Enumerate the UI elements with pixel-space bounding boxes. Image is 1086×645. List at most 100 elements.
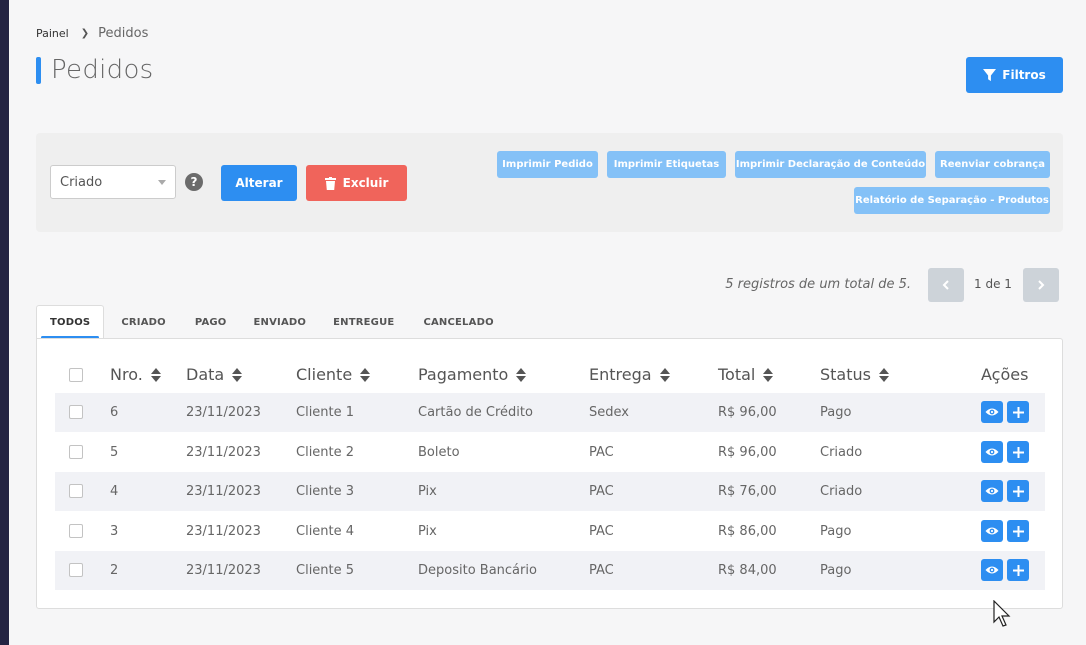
cell-total: R$ 96,00 (718, 445, 777, 460)
table-row: 6 23/11/2023 Cliente 1 Cartão de Crédito Sed… (55, 393, 1045, 432)
header-status[interactable]: Status (820, 365, 889, 384)
cell-cliente: Cliente 4 (296, 524, 355, 539)
plus-icon (1012, 485, 1024, 497)
print-content-declaration-button[interactable]: Imprimir Declaração de Conteúdo (735, 151, 926, 178)
cell-entrega: PAC (589, 484, 614, 499)
row-checkbox[interactable] (69, 484, 83, 498)
add-button[interactable] (1007, 520, 1029, 542)
sort-icon (360, 367, 371, 383)
cell-entrega: PAC (589, 524, 614, 539)
sort-icon (516, 367, 527, 383)
tab-criado[interactable]: CRIADO (104, 305, 179, 339)
status-select-value: Criado (60, 174, 103, 190)
filters-button-label: Filtros (1002, 68, 1046, 82)
separation-report-button[interactable]: Relatório de Separação - Produtos (854, 187, 1050, 214)
sidebar-edge (0, 0, 9, 645)
cell-cliente: Cliente 5 (296, 563, 355, 578)
eye-icon (985, 408, 999, 416)
row-checkbox[interactable] (69, 524, 83, 538)
header-entrega[interactable]: Entrega (589, 365, 670, 384)
cell-data: 23/11/2023 (186, 445, 261, 460)
cell-pagamento: Cartão de Crédito (418, 405, 533, 420)
chevron-right-icon (1038, 280, 1045, 290)
header-nro[interactable]: Nro. (110, 365, 161, 384)
resend-charge-button[interactable]: Reenviar cobrança (935, 151, 1050, 178)
cell-status: Criado (820, 445, 863, 460)
view-order-button[interactable] (981, 559, 1003, 581)
view-order-button[interactable] (981, 480, 1003, 502)
excluir-button[interactable]: Excluir (306, 165, 407, 201)
cell-total: R$ 96,00 (718, 405, 777, 420)
breadcrumb-home-link[interactable]: Painel (36, 27, 69, 40)
trash-icon (324, 176, 336, 190)
select-all-checkbox[interactable] (69, 368, 83, 382)
tab-cancelado[interactable]: CANCELADO (407, 305, 506, 339)
tab-entregue[interactable]: ENTREGUE (319, 305, 407, 339)
row-checkbox[interactable] (69, 445, 83, 459)
eye-icon (985, 527, 999, 535)
cell-status: Pago (820, 524, 852, 539)
header-total[interactable]: Total (718, 365, 774, 384)
page-title-text: Pedidos (51, 55, 154, 85)
add-button[interactable] (1007, 441, 1029, 463)
view-order-button[interactable] (981, 401, 1003, 423)
header-pagamento[interactable]: Pagamento (418, 365, 527, 384)
help-icon[interactable]: ? (185, 173, 203, 191)
cell-status: Criado (820, 484, 863, 499)
cell-status: Pago (820, 563, 852, 578)
next-page-button[interactable] (1023, 268, 1059, 302)
cell-data: 23/11/2023 (186, 563, 261, 578)
status-select[interactable]: Criado (50, 165, 176, 199)
row-checkbox[interactable] (69, 405, 83, 419)
row-checkbox[interactable] (69, 563, 83, 577)
title-accent-bar (36, 56, 41, 84)
cell-nro: 6 (110, 405, 119, 420)
plus-icon (1012, 525, 1024, 537)
sort-icon (232, 367, 243, 383)
cell-total: R$ 76,00 (718, 484, 777, 499)
filter-icon (983, 68, 997, 81)
add-button[interactable] (1007, 559, 1029, 581)
excluir-button-label: Excluir (342, 176, 389, 190)
cell-cliente: Cliente 2 (296, 445, 355, 460)
print-order-button[interactable]: Imprimir Pedido (497, 151, 598, 178)
view-order-button[interactable] (981, 441, 1003, 463)
table-row: 5 23/11/2023 Cliente 2 Boleto PAC R$ 96,00 Cri… (55, 433, 1045, 472)
print-labels-button[interactable]: Imprimir Etiquetas (607, 151, 726, 178)
chevron-right-icon: ❯ (80, 28, 90, 39)
view-order-button[interactable] (981, 520, 1003, 542)
eye-icon (985, 566, 999, 574)
bulk-actions-panel: Criado ? Alterar Excluir Imprimir Pedido… (36, 133, 1063, 232)
cell-status: Pago (820, 405, 852, 420)
cell-nro: 3 (110, 524, 119, 539)
cell-entrega: PAC (589, 563, 614, 578)
table-row: 4 23/11/2023 Cliente 3 Pix PAC R$ 76,00 Criado (55, 472, 1045, 511)
cell-pagamento: Pix (418, 524, 437, 539)
cell-total: R$ 84,00 (718, 563, 777, 578)
cell-nro: 5 (110, 445, 119, 460)
tab-todos[interactable]: TODOS (36, 305, 105, 339)
header-acoes: Ações (981, 365, 1029, 384)
add-button[interactable] (1007, 401, 1029, 423)
cell-data: 23/11/2023 (186, 524, 261, 539)
prev-page-button[interactable] (928, 268, 964, 302)
eye-icon (985, 487, 999, 495)
sort-icon (150, 367, 161, 383)
breadcrumb-current: Pedidos (98, 26, 149, 41)
header-data[interactable]: Data (186, 365, 243, 384)
tab-pago[interactable]: PAGO (179, 305, 240, 339)
add-button[interactable] (1007, 480, 1029, 502)
cell-cliente: Cliente 1 (296, 405, 355, 420)
cell-pagamento: Pix (418, 484, 437, 499)
eye-icon (985, 448, 999, 456)
cell-total: R$ 86,00 (718, 524, 777, 539)
filters-button[interactable]: Filtros (966, 57, 1063, 93)
tab-enviado[interactable]: ENVIADO (240, 305, 320, 339)
records-info: 5 registros de um total de 5. (725, 277, 911, 292)
alterar-button[interactable]: Alterar (221, 165, 297, 201)
cell-pagamento: Deposito Bancário (418, 563, 537, 578)
cell-entrega: PAC (589, 445, 614, 460)
page-indicator: 1 de 1 (974, 277, 1012, 291)
plus-icon (1012, 446, 1024, 458)
header-cliente[interactable]: Cliente (296, 365, 371, 384)
